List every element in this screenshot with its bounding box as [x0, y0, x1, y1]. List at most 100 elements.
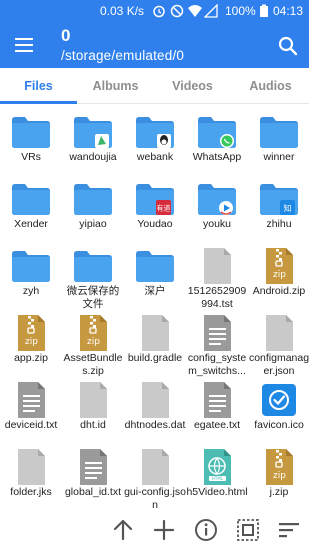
no-sound-icon: [170, 4, 184, 18]
file-name-label: zyh: [22, 285, 40, 297]
file-name-label: yipiao: [79, 218, 107, 230]
file-name-label: zhihu: [266, 218, 292, 230]
folder-item[interactable]: VRs: [0, 106, 62, 176]
zip-file-icon: zip: [259, 447, 299, 487]
file-item[interactable]: egatee.txt: [186, 374, 248, 444]
file-item[interactable]: deviceid.txt: [0, 374, 62, 444]
cellular-off-icon: [204, 4, 218, 18]
file-item[interactable]: dht.id: [62, 374, 124, 444]
folder-icon: 有道: [135, 179, 175, 219]
folder-icon: [135, 112, 175, 152]
network-speed: 0.03 K/s: [100, 4, 145, 18]
file-name-label: wandoujia: [69, 151, 117, 163]
text-file-icon: [197, 313, 237, 353]
file-name-label: youku: [202, 218, 232, 230]
folder-item[interactable]: 微云保存的文件: [62, 240, 124, 310]
folder-icon: [259, 112, 299, 152]
menu-icon[interactable]: [14, 36, 34, 54]
file-name-label: deviceid.txt: [4, 419, 58, 431]
svg-text:zip: zip: [87, 337, 100, 347]
zip-file-icon: zip: [11, 313, 51, 353]
clock: 04:13: [273, 4, 304, 18]
image-file-icon: [259, 380, 299, 420]
select-all-icon[interactable]: [235, 517, 261, 543]
file-name-label: dhtnodes.dat: [124, 419, 186, 431]
file-item[interactable]: zip j.zip: [248, 441, 309, 510]
file-name-label: dht.id: [80, 419, 106, 431]
file-item[interactable]: zip Android.zip: [248, 240, 309, 310]
file-item[interactable]: gui-config.json: [124, 441, 186, 510]
text-file-icon: [11, 380, 51, 420]
folder-icon: [11, 112, 51, 152]
tab-bar: Files Albums Videos Audios: [0, 68, 309, 104]
sort-icon[interactable]: [276, 517, 302, 543]
up-arrow-icon[interactable]: [110, 517, 136, 543]
file-item[interactable]: zip app.zip: [0, 307, 62, 377]
folder-item[interactable]: 有道 Youdao: [124, 173, 186, 243]
file-item[interactable]: favicon.ico: [248, 374, 309, 444]
folder-item[interactable]: zyh: [0, 240, 62, 310]
status-bar: 0.03 K/s 100% 04:13: [0, 0, 309, 24]
info-icon[interactable]: [193, 517, 219, 543]
file-icon: [197, 246, 237, 286]
folder-item[interactable]: wandoujia: [62, 106, 124, 176]
folder-item[interactable]: 深户: [124, 240, 186, 310]
file-name-label: winner: [263, 151, 295, 163]
folder-icon: [11, 179, 51, 219]
folder-item[interactable]: Xender: [0, 173, 62, 243]
file-icon: [11, 447, 51, 487]
folder-icon: [135, 246, 175, 286]
folder-item[interactable]: yipiao: [62, 173, 124, 243]
file-name-label: VRs: [21, 151, 41, 163]
file-item[interactable]: 1512652909994.tst: [186, 240, 248, 310]
zip-file-icon: zip: [73, 313, 113, 353]
tab-audios[interactable]: Audios: [232, 68, 309, 104]
file-item[interactable]: HTML h5Video.html: [186, 441, 248, 510]
file-item[interactable]: build.gradle: [124, 307, 186, 377]
file-name-label: favicon.ico: [254, 419, 304, 431]
file-icon: [259, 313, 299, 353]
file-icon: [135, 313, 175, 353]
svg-text:知: 知: [284, 203, 292, 213]
folder-icon: 知: [259, 179, 299, 219]
folder-item[interactable]: winner: [248, 106, 309, 176]
svg-text:zip: zip: [273, 471, 286, 481]
folder-icon: [73, 179, 113, 219]
tab-files[interactable]: Files: [0, 68, 77, 104]
file-name-label: egatee.txt: [193, 419, 241, 431]
folder-icon: [197, 112, 237, 152]
tab-videos[interactable]: Videos: [154, 68, 231, 104]
file-icon: [135, 447, 175, 487]
search-icon[interactable]: [277, 35, 299, 57]
item-count: 0: [61, 26, 71, 45]
battery-percent: 100%: [225, 4, 256, 18]
file-item[interactable]: dhtnodes.dat: [124, 374, 186, 444]
file-item[interactable]: zip AssetBundles.zip: [62, 307, 124, 377]
file-name-label: build.gradle: [127, 352, 183, 364]
folder-icon: [197, 179, 237, 219]
wifi-icon: [188, 5, 202, 17]
folder-item[interactable]: WhatsApp: [186, 106, 248, 176]
file-name-label: Android.zip: [252, 285, 306, 297]
folder-item[interactable]: webank: [124, 106, 186, 176]
file-item[interactable]: config_system_switchs...: [186, 307, 248, 377]
svg-text:zip: zip: [273, 270, 286, 280]
file-name-label: folder.jks: [10, 486, 52, 498]
folder-icon: [73, 246, 113, 286]
tab-albums[interactable]: Albums: [77, 68, 154, 104]
file-item[interactable]: folder.jks: [0, 441, 62, 510]
file-icon: [135, 380, 175, 420]
file-item[interactable]: configmanager.json: [248, 307, 309, 377]
app-bar: 0 /storage/emulated/0: [0, 24, 309, 68]
file-name-label: h5Video.html: [186, 486, 248, 498]
folder-icon: [11, 246, 51, 286]
file-name-label: webank: [136, 151, 174, 163]
file-name-label: gui-config.json: [124, 486, 186, 510]
folder-item[interactable]: youku: [186, 173, 248, 243]
file-item[interactable]: global_id.txt: [62, 441, 124, 510]
svg-text:zip: zip: [25, 337, 38, 347]
zip-file-icon: zip: [259, 246, 299, 286]
file-name-label: Youdao: [137, 218, 173, 230]
add-icon[interactable]: [151, 517, 177, 543]
folder-item[interactable]: 知 zhihu: [248, 173, 309, 243]
